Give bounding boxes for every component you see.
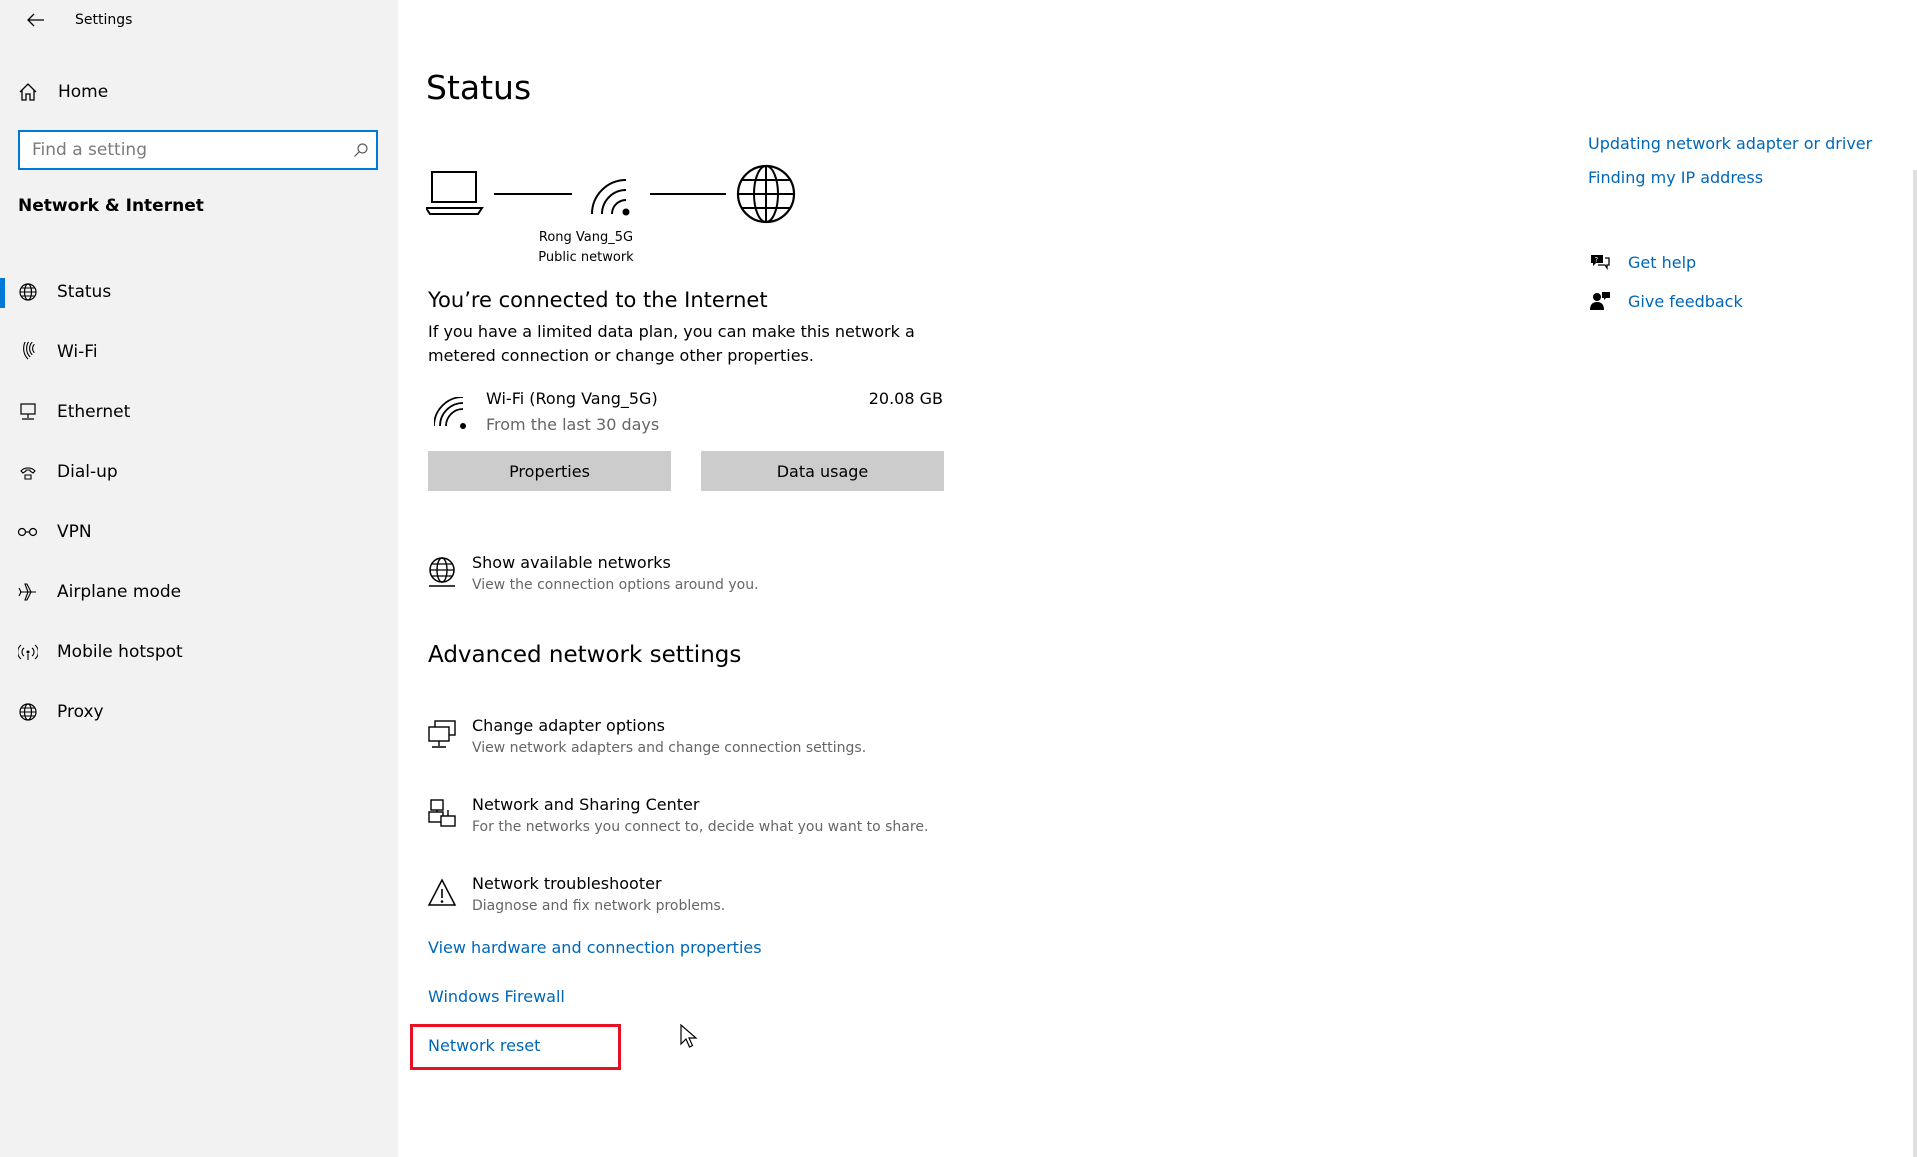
- dialup-icon: [16, 462, 40, 482]
- option-title: Network troubleshooter: [472, 874, 662, 893]
- windows-firewall-link[interactable]: Windows Firewall: [428, 987, 565, 1006]
- get-help-link[interactable]: ? Get help: [1588, 248, 1696, 276]
- back-button[interactable]: [16, 6, 56, 34]
- give-feedback-link[interactable]: Give feedback: [1588, 287, 1743, 315]
- globe-icon: [16, 702, 40, 722]
- data-usage-summary: Wi-Fi (Rong Vang_5G) From the last 30 da…: [428, 385, 943, 445]
- option-title: Network and Sharing Center: [472, 795, 700, 814]
- usage-period: From the last 30 days: [486, 415, 660, 434]
- warning-icon: [426, 876, 458, 910]
- globe-status-icon: [16, 282, 40, 302]
- option-desc: View network adapters and change connect…: [472, 740, 867, 756]
- search-icon[interactable]: [346, 142, 376, 158]
- sidebar-item-label: Mobile hotspot: [57, 642, 183, 662]
- option-title: Change adapter options: [472, 716, 665, 735]
- laptop-icon: [426, 171, 484, 215]
- sidebar: Settings Home Network & Internet Status: [0, 0, 398, 1157]
- sidebar-item-status[interactable]: Status: [0, 262, 398, 322]
- network-troubleshooter[interactable]: Network troubleshooter Diagnose and fix …: [426, 874, 1026, 924]
- airplane-icon: [16, 582, 40, 602]
- sidebar-item-label: Airplane mode: [57, 582, 182, 602]
- sidebar-section-title: Network & Internet: [18, 196, 204, 216]
- sidebar-item-airplane[interactable]: Airplane mode: [0, 562, 398, 622]
- sidebar-item-vpn[interactable]: VPN: [0, 502, 398, 562]
- change-adapter-options[interactable]: Change adapter options View network adap…: [426, 716, 1026, 766]
- network-reset-link[interactable]: Network reset: [428, 1036, 540, 1055]
- option-title: Show available networks: [472, 553, 671, 572]
- scrollbar[interactable]: [1913, 170, 1917, 1157]
- properties-button[interactable]: Properties: [428, 451, 671, 491]
- usage-network-name: Wi-Fi (Rong Vang_5G): [486, 389, 658, 408]
- advanced-settings-heading: Advanced network settings: [428, 642, 742, 668]
- sidebar-item-wifi[interactable]: Wi-Fi: [0, 322, 398, 382]
- related-settings: Updating network adapter or driver Findi…: [1588, 0, 1908, 400]
- show-available-networks[interactable]: Show available networks View the connect…: [426, 553, 1026, 603]
- sidebar-nav: Status Wi-Fi Ethernet Dial-up VPN Airpla…: [0, 262, 398, 742]
- get-help-label: Get help: [1628, 252, 1697, 272]
- svg-text:?: ?: [1595, 256, 1599, 264]
- wifi-signal-icon: [433, 396, 468, 435]
- data-usage-button[interactable]: Data usage: [701, 451, 944, 491]
- feedback-icon: [1588, 290, 1612, 312]
- connection-status-desc: If you have a limited data plan, you can…: [428, 322, 915, 365]
- home-icon: [18, 82, 40, 102]
- sidebar-item-label: Status: [57, 282, 112, 302]
- network-name: Rong Vang_5G: [538, 230, 634, 245]
- sidebar-item-label: Ethernet: [57, 402, 131, 422]
- option-desc: Diagnose and fix network problems.: [472, 898, 726, 914]
- sidebar-item-ethernet[interactable]: Ethernet: [0, 382, 398, 442]
- sidebar-item-label: Dial-up: [57, 462, 118, 482]
- search-input[interactable]: [20, 132, 346, 168]
- ethernet-icon: [16, 402, 40, 422]
- wifi-icon: [16, 342, 40, 362]
- option-desc: View the connection options around you.: [472, 577, 759, 593]
- globe-network-icon: [426, 555, 458, 589]
- connection-status-title: You’re connected to the Internet: [428, 288, 768, 312]
- usage-amount: 20.08 GB: [868, 389, 943, 408]
- sidebar-item-label: Proxy: [57, 702, 104, 722]
- vpn-icon: [16, 525, 40, 539]
- sidebar-item-hotspot[interactable]: Mobile hotspot: [0, 622, 398, 682]
- sidebar-item-label: Wi-Fi: [57, 342, 98, 362]
- view-hardware-link[interactable]: View hardware and connection properties: [428, 938, 762, 957]
- network-type: Public network: [538, 250, 634, 265]
- help-chat-icon: ?: [1588, 252, 1612, 272]
- sharing-center-icon: [426, 797, 458, 831]
- search-box: [18, 130, 378, 170]
- settings-window: Settings Home Network & Internet Status: [0, 0, 1917, 1157]
- page-title: Status: [426, 68, 532, 107]
- mouse-cursor-icon: [680, 1024, 698, 1048]
- back-arrow-icon: [27, 13, 44, 27]
- network-info: Rong Vang_5G Public network: [526, 228, 646, 268]
- option-desc: For the networks you connect to, decide …: [472, 819, 929, 835]
- window-title: Settings: [75, 12, 133, 28]
- related-link-adapter-driver[interactable]: Updating network adapter or driver: [1588, 134, 1872, 153]
- adapter-icon: [426, 718, 458, 752]
- hotspot-icon: [16, 642, 40, 662]
- internet-globe-icon: [736, 164, 796, 224]
- sidebar-item-home[interactable]: Home: [0, 74, 398, 110]
- wifi-signal-icon: [591, 179, 630, 216]
- network-sharing-center[interactable]: Network and Sharing Center For the netwo…: [426, 795, 1026, 845]
- sidebar-item-label: VPN: [57, 522, 92, 542]
- sidebar-item-dialup[interactable]: Dial-up: [0, 442, 398, 502]
- sidebar-item-label: Home: [58, 82, 109, 102]
- sidebar-item-proxy[interactable]: Proxy: [0, 682, 398, 742]
- give-feedback-label: Give feedback: [1628, 291, 1743, 311]
- related-link-ip-address[interactable]: Finding my IP address: [1588, 168, 1763, 187]
